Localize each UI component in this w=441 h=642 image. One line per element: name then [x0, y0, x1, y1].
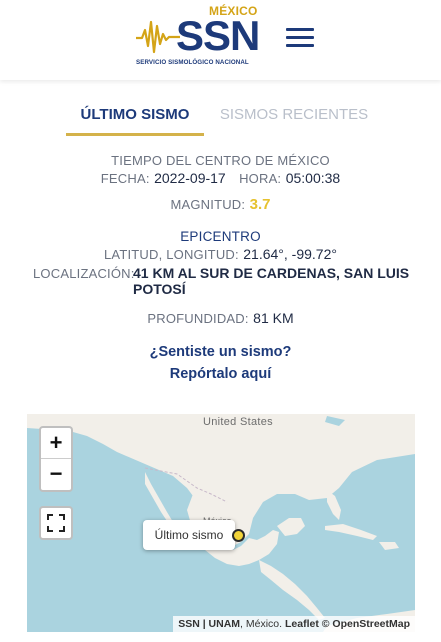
menu-bar-line [286, 44, 314, 47]
epicenter-marker[interactable] [232, 529, 245, 542]
latlon-label: LATITUD, LONGITUD: [104, 247, 239, 262]
latlon-row: LATITUD, LONGITUD: 21.64°, -99.72° [0, 246, 441, 264]
date-label: FECHA: [100, 171, 150, 186]
ssn-logo[interactable]: MÉXICO SSN SERVICIO SISMOLÓGICO NACIONAL [136, 4, 264, 70]
zoom-out-button[interactable]: − [41, 459, 71, 490]
quake-tabs: ÚLTIMO SISMO SISMOS RECIENTES [0, 100, 441, 138]
report-link[interactable]: Repórtalo aquí [0, 366, 441, 382]
time-zone-row: TIEMPO DEL CENTRO DE MÉXICO [0, 152, 441, 170]
time-value: 05:00:38 [285, 170, 341, 186]
attribution-leaflet-link[interactable]: Leaflet [285, 618, 319, 630]
attribution-place: , México. [240, 618, 285, 630]
epicenter-map[interactable]: United States México + − Último sismo SS… [27, 414, 415, 632]
location-value: 41 KM AL SUR DE CARDENAS, SAN LUIS POTOS… [133, 265, 410, 297]
menu-bar-line [286, 28, 314, 31]
epicenter-heading-row: EPICENTRO [0, 228, 441, 246]
attribution-ssn[interactable]: SSN | UNAM [178, 618, 240, 630]
hamburger-menu-icon[interactable] [286, 28, 316, 50]
menu-bar-line [286, 36, 314, 39]
magnitude-label: MAGNITUD: [170, 197, 246, 212]
epicenter-heading: EPICENTRO [180, 229, 261, 244]
logo-subtitle-text: SERVICIO SISMOLÓGICO NACIONAL [136, 59, 249, 66]
logo-title-text: SSN [176, 12, 260, 59]
date-value: 2022-09-17 [154, 170, 226, 186]
depth-row: PROFUNDIDAD: 81 KM [0, 310, 441, 328]
felt-quake-question[interactable]: ¿Sentiste un sismo? [0, 344, 441, 360]
magnitude-value: 3.7 [249, 196, 271, 213]
tab-ultimo-sismo[interactable]: ÚLTIMO SISMO [66, 100, 204, 136]
location-label: LOCALIZACIÓN: [33, 266, 135, 281]
map-attribution: SSN | UNAM, México. Leaflet © OpenStreet… [173, 616, 415, 632]
zoom-in-button[interactable]: + [41, 428, 71, 459]
magnitude-row: MAGNITUD: 3.7 [0, 196, 441, 214]
zoom-control: + − [39, 426, 73, 492]
depth-value: 81 KM [253, 310, 294, 326]
last-quake-popup: Último sismo [143, 520, 235, 550]
latlon-value: 21.64°, -99.72° [243, 246, 337, 262]
time-label: HORA: [239, 171, 282, 186]
country-label-us: United States [203, 416, 273, 428]
depth-label: PROFUNDIDAD: [147, 311, 249, 326]
date-time-row: FECHA: 2022-09-17 HORA: 05:00:38 [0, 170, 441, 188]
fullscreen-icon [47, 514, 65, 532]
attribution-osm-link[interactable]: © OpenStreetMap [319, 618, 410, 630]
time-zone-label: TIEMPO DEL CENTRO DE MÉXICO [111, 153, 330, 168]
tab-sismos-recientes[interactable]: SISMOS RECIENTES [216, 100, 372, 136]
fullscreen-button[interactable] [39, 506, 73, 540]
app-header: MÉXICO SSN SERVICIO SISMOLÓGICO NACIONAL [0, 0, 441, 80]
seismograph-wave-icon [136, 20, 180, 54]
